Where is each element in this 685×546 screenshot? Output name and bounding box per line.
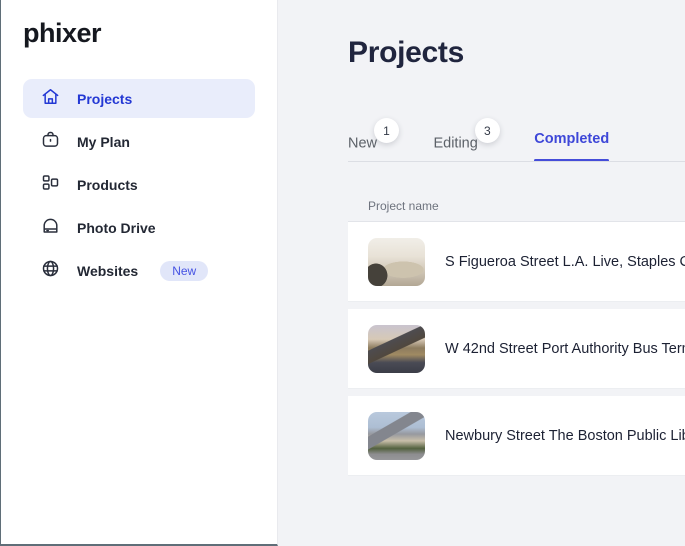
sidebar-item-products[interactable]: Products — [23, 165, 255, 204]
tab-bar: New1 Editing3 Completed — [348, 122, 685, 162]
brand-logo: phixer — [23, 18, 277, 49]
tab-new[interactable]: New1 — [348, 122, 399, 171]
sidebar: phixer Projects My Plan — [0, 0, 278, 546]
tab-label: New — [348, 136, 377, 152]
column-header-label: Project name — [368, 199, 439, 213]
globe-icon — [40, 258, 61, 284]
tab-label: Completed — [534, 131, 609, 147]
drive-icon — [40, 215, 61, 241]
sidebar-item-projects[interactable]: Projects — [23, 79, 255, 118]
project-name: S Figueroa Street L.A. Live, Staples Cen… — [445, 254, 685, 270]
project-thumbnail-suburban-house — [368, 412, 425, 460]
tab-bar-divider — [348, 161, 685, 162]
table-row[interactable]: S Figueroa Street L.A. Live, Staples Cen… — [348, 222, 685, 302]
tab-count-badge: 1 — [374, 118, 399, 143]
main-content: Projects New1 Editing3 Completed Project… — [278, 0, 685, 546]
project-thumbnail-house-dusk — [368, 325, 425, 373]
sidebar-item-label: Websites — [77, 263, 138, 279]
tab-completed[interactable]: Completed — [534, 122, 609, 162]
projects-table: Project name S Figueroa Street L.A. Live… — [348, 190, 685, 483]
briefcase-icon — [40, 129, 61, 155]
project-name: W 42nd Street Port Authority Bus Termina… — [445, 341, 685, 357]
project-name: Newbury Street The Boston Public Library — [445, 428, 685, 444]
sidebar-nav: Projects My Plan Products — [1, 79, 277, 290]
sidebar-item-websites[interactable]: Websites New — [23, 251, 255, 290]
home-icon — [40, 86, 61, 112]
new-badge: New — [160, 261, 208, 281]
table-column-header: Project name — [348, 190, 685, 222]
project-thumbnail-living-room — [368, 238, 425, 286]
tab-editing[interactable]: Editing3 — [433, 122, 499, 171]
page-title: Projects — [348, 36, 464, 70]
tab-label: Editing — [433, 136, 477, 152]
sidebar-item-label: Projects — [77, 91, 132, 107]
sidebar-item-label: Products — [77, 177, 138, 193]
table-row[interactable]: W 42nd Street Port Authority Bus Termina… — [348, 309, 685, 389]
sidebar-item-photo-drive[interactable]: Photo Drive — [23, 208, 255, 247]
table-row[interactable]: Newbury Street The Boston Public Library — [348, 396, 685, 476]
tab-count-badge: 3 — [475, 118, 500, 143]
sidebar-item-label: My Plan — [77, 134, 130, 150]
sidebar-item-my-plan[interactable]: My Plan — [23, 122, 255, 161]
sidebar-item-label: Photo Drive — [77, 220, 156, 236]
products-grid-icon — [40, 172, 61, 198]
